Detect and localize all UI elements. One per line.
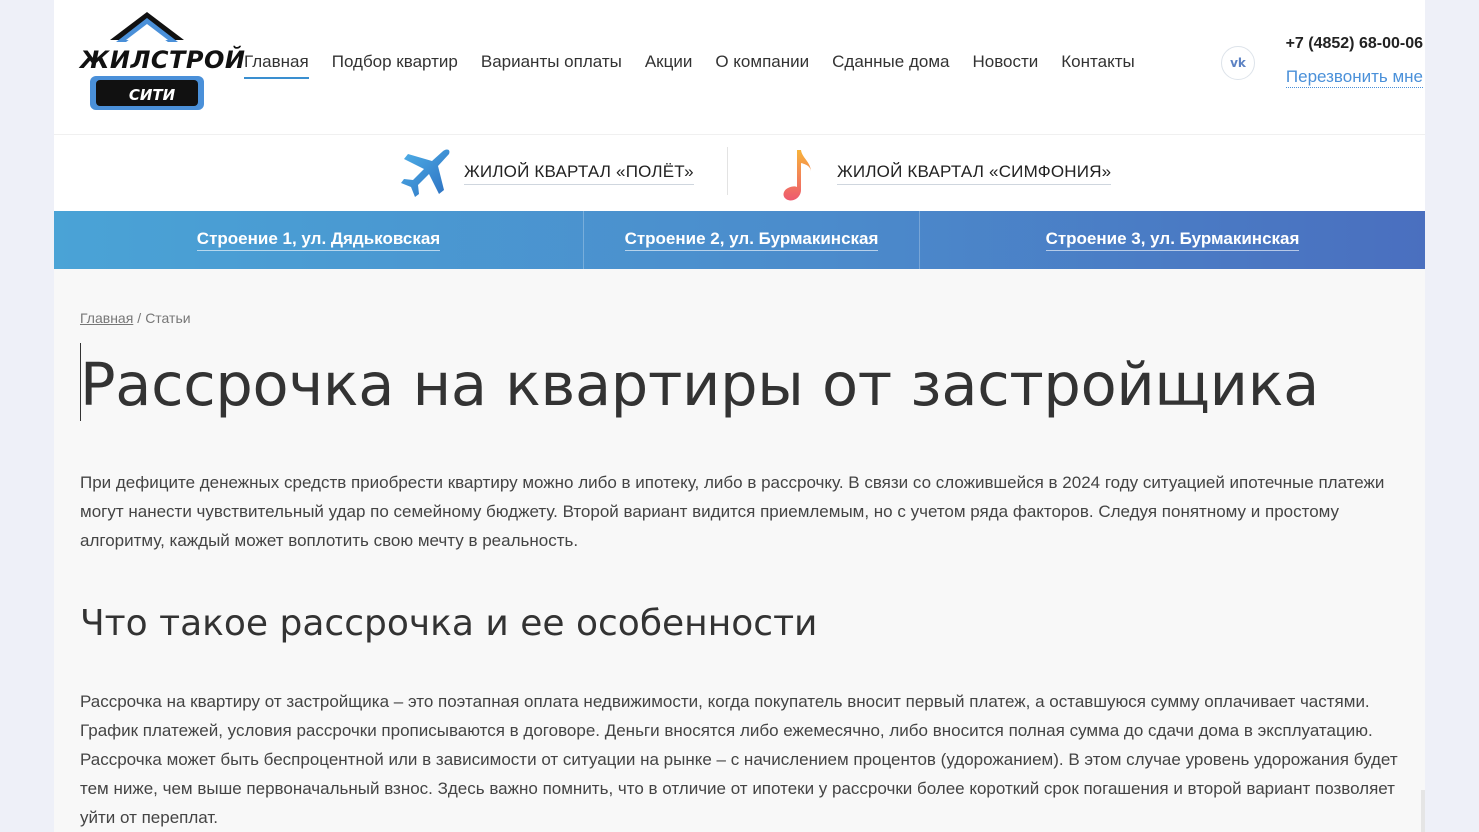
nav-item-promotions[interactable]: Акции	[645, 52, 693, 79]
callback-link[interactable]: Перезвонить мне	[1285, 67, 1423, 88]
district-divider	[727, 147, 728, 195]
breadcrumb-home-link[interactable]: Главная	[80, 310, 133, 326]
nav-item-payment[interactable]: Варианты оплаты	[481, 52, 622, 79]
nav-item-apartments[interactable]: Подбор квартир	[332, 52, 458, 79]
building-1-link[interactable]: Строение 1, ул. Дядьковская	[54, 211, 584, 269]
logo-subtitle: СИТИ	[128, 86, 176, 104]
nav-item-about[interactable]: О компании	[715, 52, 809, 79]
music-note-icon	[767, 144, 827, 204]
building-2-link[interactable]: Строение 2, ул. Бурмакинская	[584, 211, 920, 269]
page: ЖИЛСТРОЙ СИТИ Главная Подбор квартир Вар…	[54, 0, 1425, 832]
phone-number[interactable]: +7 (4852) 68-00-06	[1286, 35, 1423, 53]
nav-item-home[interactable]: Главная	[244, 52, 309, 79]
nav-item-contacts[interactable]: Контакты	[1061, 52, 1134, 79]
nav-item-completed-houses[interactable]: Сданные дома	[832, 52, 949, 79]
section-text: Рассрочка на квартиру от застройщика – э…	[80, 692, 1398, 827]
breadcrumb-separator: /	[137, 310, 142, 326]
building-3-link[interactable]: Строение 3, ул. Бурмакинская	[920, 211, 1425, 269]
district-symphony[interactable]: ЖИЛОЙ КВАРТАЛ «СИМФОНИЯ»	[767, 135, 1112, 212]
building-3-label: Строение 3, ул. Бурмакинская	[1045, 229, 1300, 251]
scroll-widget[interactable]	[1421, 790, 1425, 832]
district-bar: ЖИЛОЙ КВАРТАЛ «ПОЛЁТ» ЖИЛОЙ КВАРТАЛ «СИМ…	[54, 134, 1425, 211]
section-title: Что такое рассрочка и ее особенности	[80, 603, 818, 644]
logo[interactable]: ЖИЛСТРОЙ СИТИ	[80, 10, 246, 112]
vk-icon[interactable]: vk	[1221, 46, 1255, 80]
breadcrumb-current: Статьи	[145, 310, 191, 326]
nav-item-news[interactable]: Новости	[972, 52, 1038, 79]
article-intro: При дефиците денежных средств приобрести…	[80, 473, 1385, 550]
district-polet-label: ЖИЛОЙ КВАРТАЛ «ПОЛЁТ»	[464, 162, 694, 185]
breadcrumb: Главная / Статьи	[80, 310, 191, 326]
main-nav: Главная Подбор квартир Варианты оплаты А…	[244, 52, 1158, 79]
airplane-icon	[394, 144, 454, 204]
building-1-label: Строение 1, ул. Дядьковская	[196, 229, 441, 251]
site-header: ЖИЛСТРОЙ СИТИ Главная Подбор квартир Вар…	[54, 0, 1425, 134]
logo-title: ЖИЛСТРОЙ	[80, 46, 246, 74]
building-2-label: Строение 2, ул. Бурмакинская	[624, 229, 879, 251]
buildings-bar: Строение 1, ул. Дядьковская Строение 2, …	[54, 211, 1425, 269]
district-polet[interactable]: ЖИЛОЙ КВАРТАЛ «ПОЛЁТ»	[394, 135, 694, 212]
district-symphony-label: ЖИЛОЙ КВАРТАЛ «СИМФОНИЯ»	[837, 162, 1112, 185]
page-title: Рассрочка на квартиры от застройщика	[80, 350, 1319, 419]
